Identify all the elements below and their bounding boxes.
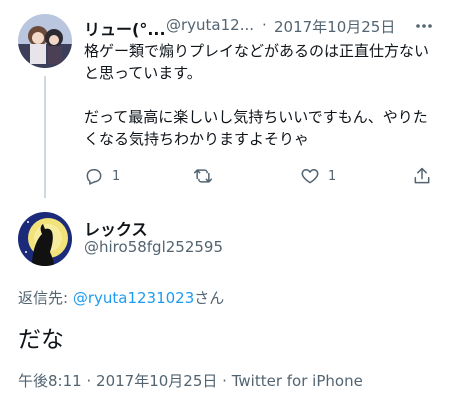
main-handle[interactable]: @hiro58fgl252595 (84, 238, 223, 256)
retweet-icon (193, 169, 213, 183)
meta-separator: · (86, 372, 92, 390)
tweet-time[interactable]: 午後8:11 (18, 372, 82, 390)
main-avatar[interactable] (18, 212, 72, 266)
parent-display-name[interactable]: リュー(°... (84, 16, 166, 40)
parent-date[interactable]: 2017年10月25日 (274, 16, 395, 37)
main-display-name[interactable]: レックス (84, 216, 148, 240)
reply-to-line: 返信先: @ryuta1231023さん (18, 287, 224, 308)
reply-to-handle-link[interactable]: @ryuta1231023 (73, 289, 194, 307)
main-tweet-text: だな (18, 327, 64, 353)
share-icon (414, 167, 430, 184)
tweet-date[interactable]: 2017年10月25日 (96, 372, 217, 390)
tweet-meta-line: 午後8:11 · 2017年10月25日 · Twitter for iPhon… (18, 370, 363, 391)
reply-to-label: 返信先: (18, 289, 73, 307)
heart-icon (301, 169, 319, 184)
more-icon[interactable] (414, 16, 434, 40)
share-action[interactable] (412, 166, 432, 186)
parent-tweet-text: 格ゲー類で煽りプレイなどがあるのは正直仕方ないと思っています。 だって最高に楽し… (84, 42, 430, 148)
reply-to-suffix: さん (194, 289, 225, 307)
tweet-source[interactable]: Twitter for iPhone (232, 372, 363, 390)
reply-icon (86, 169, 102, 185)
reply-action[interactable]: 1 (84, 166, 120, 186)
parent-avatar[interactable] (18, 14, 72, 68)
meta-separator-2: · (222, 372, 227, 390)
reply-count: 1 (112, 168, 121, 184)
like-count: 1 (328, 168, 337, 184)
thread-line (44, 76, 46, 198)
retweet-action[interactable] (192, 166, 214, 186)
parent-handle[interactable]: @ryuta12... (166, 16, 254, 34)
like-action[interactable]: 1 (300, 166, 336, 186)
parent-separator: · (262, 16, 267, 34)
